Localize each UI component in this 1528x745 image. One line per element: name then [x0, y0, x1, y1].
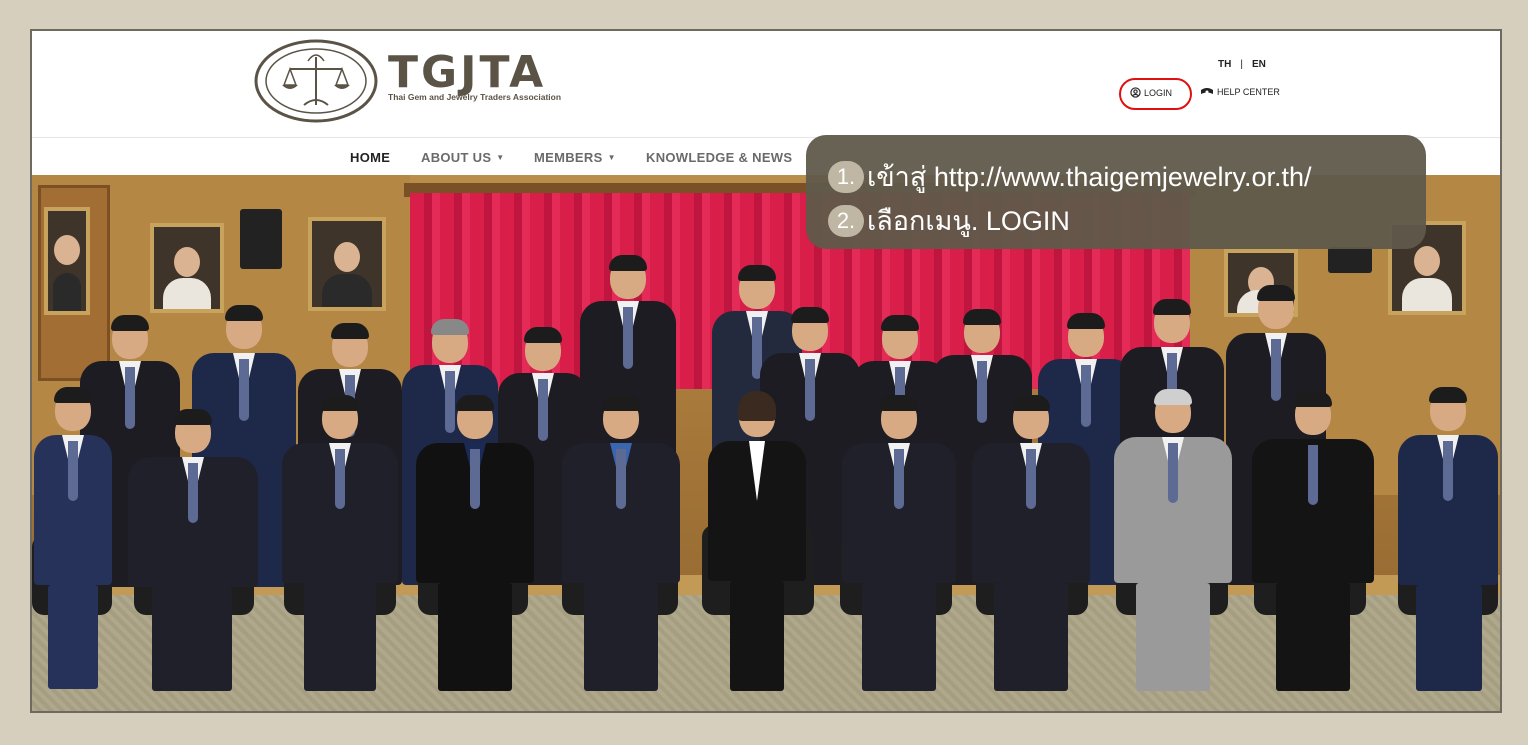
- instruction-step-2: 2. เลือกเมนู. LOGIN: [828, 199, 1070, 242]
- nav-item-members[interactable]: MEMBERS ▼: [534, 150, 616, 165]
- login-label: LOGIN: [1144, 87, 1173, 98]
- language-switcher: TH | EN: [1218, 59, 1266, 70]
- help-center-link[interactable]: HELP CENTER: [1200, 87, 1280, 97]
- nav-members-label: MEMBERS: [534, 150, 603, 165]
- instruction-step-1: 1. เข้าสู่ http://www.thaigemjewelry.or.…: [828, 155, 1312, 198]
- nav-about-label: ABOUT US: [421, 150, 492, 165]
- help-headset-icon: [1201, 88, 1213, 94]
- nav-home-label: HOME: [350, 150, 391, 165]
- wall-portrait: [308, 217, 386, 311]
- brand-subtitle: Thai Gem and Jewelry Traders Association: [388, 92, 562, 102]
- wall-portrait: [44, 207, 90, 315]
- brand-name: TGJTA: [388, 47, 547, 98]
- hero-group-photo: [32, 175, 1500, 711]
- step-text: เข้าสู่ http://www.thaigemjewelry.or.th/: [867, 162, 1312, 192]
- person: [34, 387, 112, 689]
- help-center-label: HELP CENTER: [1217, 87, 1280, 97]
- nav-item-knowledge-news[interactable]: KNOWLEDGE & NEWS: [646, 150, 792, 165]
- lang-separator: |: [1240, 59, 1243, 70]
- person: [972, 395, 1090, 691]
- lang-th-link[interactable]: TH: [1218, 59, 1231, 70]
- person: [1252, 391, 1374, 691]
- person: [1398, 387, 1498, 691]
- nav-knowledge-label: KNOWLEDGE & NEWS: [646, 150, 793, 165]
- association-seal-logo[interactable]: [254, 39, 378, 123]
- person: [282, 395, 398, 691]
- lang-en-link[interactable]: EN: [1252, 59, 1266, 70]
- person: [128, 409, 258, 691]
- wall-speaker: [1328, 247, 1372, 273]
- person: [562, 395, 680, 691]
- step-text: เลือกเมนู. LOGIN: [867, 206, 1070, 236]
- wall-portrait: [150, 223, 224, 313]
- browser-viewport: TGJTA Thai Gem and Jewelry Traders Assoc…: [30, 29, 1502, 713]
- login-link[interactable]: LOGIN: [1130, 87, 1172, 98]
- site-header: TGJTA Thai Gem and Jewelry Traders Assoc…: [32, 31, 1500, 137]
- caret-down-icon: ▼: [607, 153, 616, 162]
- brand[interactable]: TGJTA Thai Gem and Jewelry Traders Assoc…: [388, 47, 562, 103]
- user-circle-icon: [1130, 87, 1141, 98]
- caret-down-icon: ▼: [496, 153, 505, 162]
- person: [842, 395, 956, 691]
- nav-item-about-us[interactable]: ABOUT US ▼: [421, 150, 505, 165]
- person: [708, 391, 806, 691]
- step-number-badge: 2.: [828, 204, 864, 237]
- person: [1114, 389, 1232, 691]
- person: [416, 395, 534, 691]
- nav-item-home[interactable]: HOME: [350, 150, 390, 165]
- step-number-badge: 1.: [828, 160, 864, 193]
- instruction-callout: 1. เข้าสู่ http://www.thaigemjewelry.or.…: [806, 135, 1426, 249]
- wall-speaker: [240, 209, 282, 269]
